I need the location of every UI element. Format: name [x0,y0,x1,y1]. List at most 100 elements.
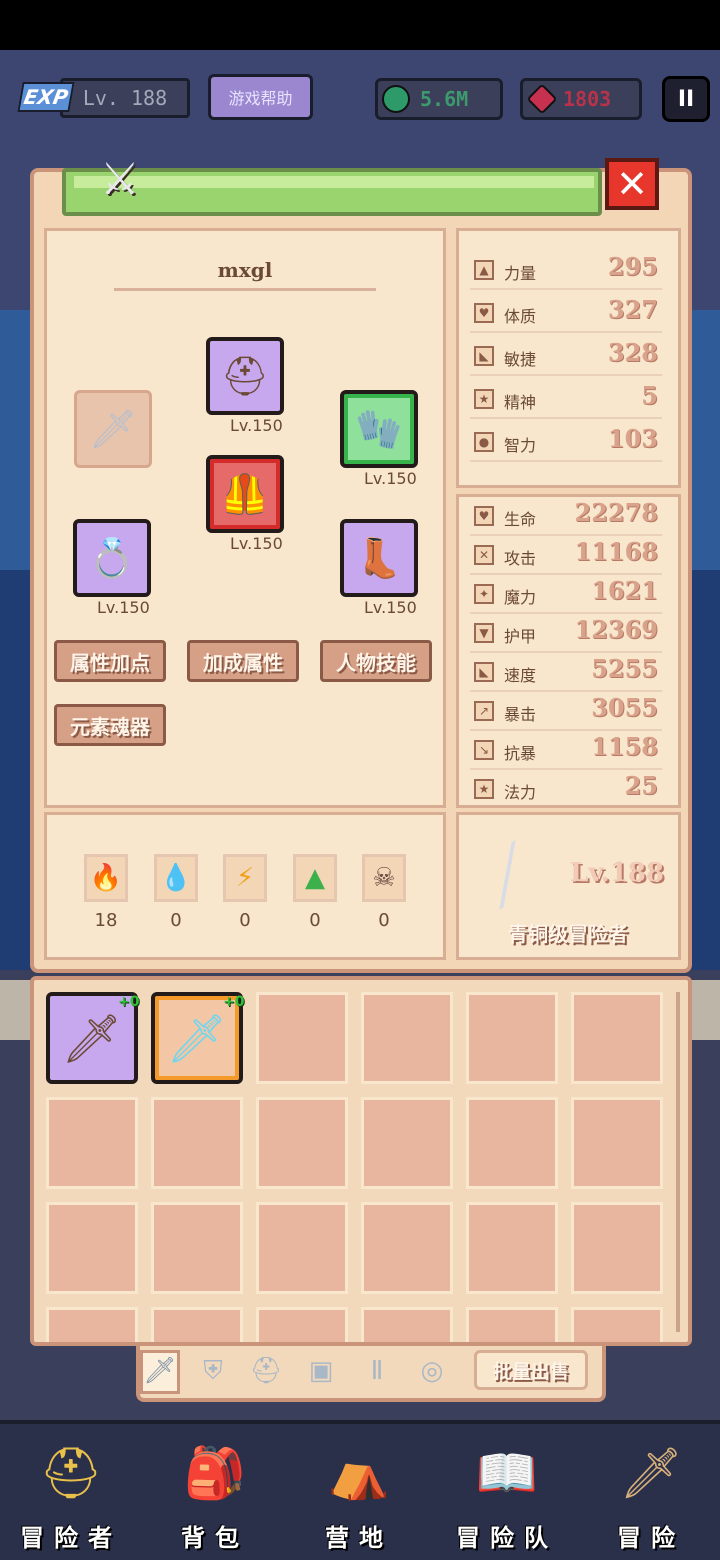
exp-badge: EXP [17,82,75,112]
dark-sword-icon: 🗡 [61,1010,123,1067]
helmet-tab-icon[interactable]: ⛑ [249,1354,283,1388]
inventory-slot[interactable] [256,1202,348,1294]
inventory-slot[interactable] [256,992,348,1084]
close-button[interactable]: ✕ [605,158,659,210]
ring-tab-icon[interactable]: ◎ [415,1354,449,1388]
inventory-slot[interactable] [361,992,453,1084]
red-gem-value: 1803 [563,87,612,111]
constitution-icon: ♥ [474,303,494,323]
exp-level-display: Lv. 188 EXP [17,78,190,118]
helmet-slot[interactable]: ⛑ [206,337,284,415]
green-gem-counter[interactable]: 5.6M [375,78,503,120]
bulk-sell-button[interactable]: 批量出售 [474,1350,588,1390]
ruby-icon [526,83,558,115]
boots-icon: 👢 [355,535,403,580]
crit-icon: ↗ [474,701,494,721]
pause-button[interactable]: II [662,76,710,122]
inventory-slot[interactable] [571,1307,663,1342]
inventory-slot[interactable] [256,1307,348,1342]
dark-element-icon[interactable]: ☠ [362,854,406,902]
inventory-slot[interactable] [361,1202,453,1294]
gloves-slot[interactable]: 🧤 [340,390,418,468]
bonus-attributes-button[interactable]: 加成属性 [187,640,299,682]
inventory-slot[interactable] [466,1097,558,1189]
shield-tab-icon[interactable]: ⛨ [196,1354,230,1388]
nav-adventurer[interactable]: ⛑ 冒险者 [6,1432,136,1552]
inventory-slot[interactable] [256,1097,348,1189]
stat-row-strength: ▲ 力量 295 [470,250,662,290]
weapon-slot-empty[interactable]: 🗡 [74,390,152,468]
spirit-icon: ★ [474,389,494,409]
character-name: mxgl [217,258,273,282]
stat-row-speed: ◣ 速度 5255 [470,652,662,692]
ring-icon: 💍 [88,535,136,580]
inventory-slot[interactable] [571,1202,663,1294]
stat-row-armor: ▼ 护甲 12369 [470,613,662,653]
inventory-slot[interactable] [571,992,663,1084]
attack-icon: ✕ [474,545,494,565]
camp-banner-icon: ⛺ [327,1444,391,1502]
helmet-icon: ⛑ [220,353,270,398]
status-bar [0,0,720,50]
inventory-scrollbar[interactable] [676,992,680,1332]
inventory-grid: 🗡 +0 🗡 +0 [30,976,692,1346]
ring-slot[interactable]: 💍 [73,519,151,597]
armor-tab-icon[interactable]: ▣ [304,1354,338,1388]
chest-armor-icon: 🦺 [221,471,269,516]
inventory-slot[interactable] [466,992,558,1084]
fire-element-icon[interactable]: 🔥 [84,854,128,902]
inventory-slot[interactable] [361,1097,453,1189]
inventory-slot[interactable] [46,1202,138,1294]
inventory-slot[interactable] [466,1307,558,1342]
inventory-slot[interactable] [151,1307,243,1342]
lightning-element-value: 0 [239,910,251,931]
stat-row-mana: ★ 法力 25 [470,769,662,809]
stat-row-constitution: ♥ 体质 327 [470,293,662,333]
nav-adventure[interactable]: 🗡 冒险 [586,1432,716,1552]
intelligence-icon: ● [474,432,494,452]
nav-backpack[interactable]: 🎒 背包 [150,1432,280,1552]
pants-tab-icon[interactable]: Ⅱ [360,1354,394,1388]
element-soul-button[interactable]: 元素魂器 [54,704,166,746]
backpack-icon: 🎒 [183,1444,247,1502]
inventory-slot[interactable] [151,1202,243,1294]
nav-party[interactable]: 📖 冒险队 [442,1432,572,1552]
stat-row-agility: ◣ 敏捷 328 [470,336,662,376]
sword-icon: 🗡 [619,1444,683,1502]
rank-title: 青铜级冒险者 [508,922,628,946]
close-icon: ✕ [616,162,648,206]
strength-icon: ▲ [474,260,494,280]
character-skills-button[interactable]: 人物技能 [320,640,432,682]
inventory-slot[interactable] [151,1097,243,1189]
helmet-level: Lv.150 [230,416,283,435]
mana-icon: ★ [474,779,494,799]
nav-camp[interactable]: ⛺ 营地 [294,1432,424,1552]
inventory-slot[interactable] [466,1202,558,1294]
inventory-slot[interactable] [361,1307,453,1342]
knight-helmet-icon: ⛑ [39,1444,103,1502]
item-enhance-level: +0 [223,994,245,1010]
stat-row-magic: ✦ 魔力 1621 [470,574,662,614]
lightning-element-icon[interactable]: ⚡ [223,854,267,902]
red-gem-counter[interactable]: 1803 [520,78,642,120]
water-element-icon[interactable]: 💧 [154,854,198,902]
fire-element-value: 18 [94,910,118,931]
game-help-button[interactable]: 游戏帮助 [208,74,313,120]
book-icon: 📖 [475,1444,539,1502]
name-divider [114,288,376,291]
boots-level: Lv.150 [364,598,417,617]
inventory-slot[interactable] [46,1307,138,1342]
stat-row-attack: ✕ 攻击 11168 [470,535,662,575]
armor-slot[interactable]: 🦺 [206,455,284,533]
armor-icon: ▼ [474,623,494,643]
rank-level: Lv.188 [569,858,664,888]
boots-slot[interactable]: 👢 [340,519,418,597]
inventory-slot[interactable] [571,1097,663,1189]
inventory-slot[interactable] [46,1097,138,1189]
sword-placeholder-icon: 🗡 [88,406,138,451]
magic-icon: ✦ [474,584,494,604]
attribute-points-button[interactable]: 属性加点 [54,640,166,682]
earth-element-icon[interactable]: ▲ [293,854,337,902]
sword-tab-icon: 🗡 [143,1356,177,1386]
gloves-level: Lv.150 [364,469,417,488]
